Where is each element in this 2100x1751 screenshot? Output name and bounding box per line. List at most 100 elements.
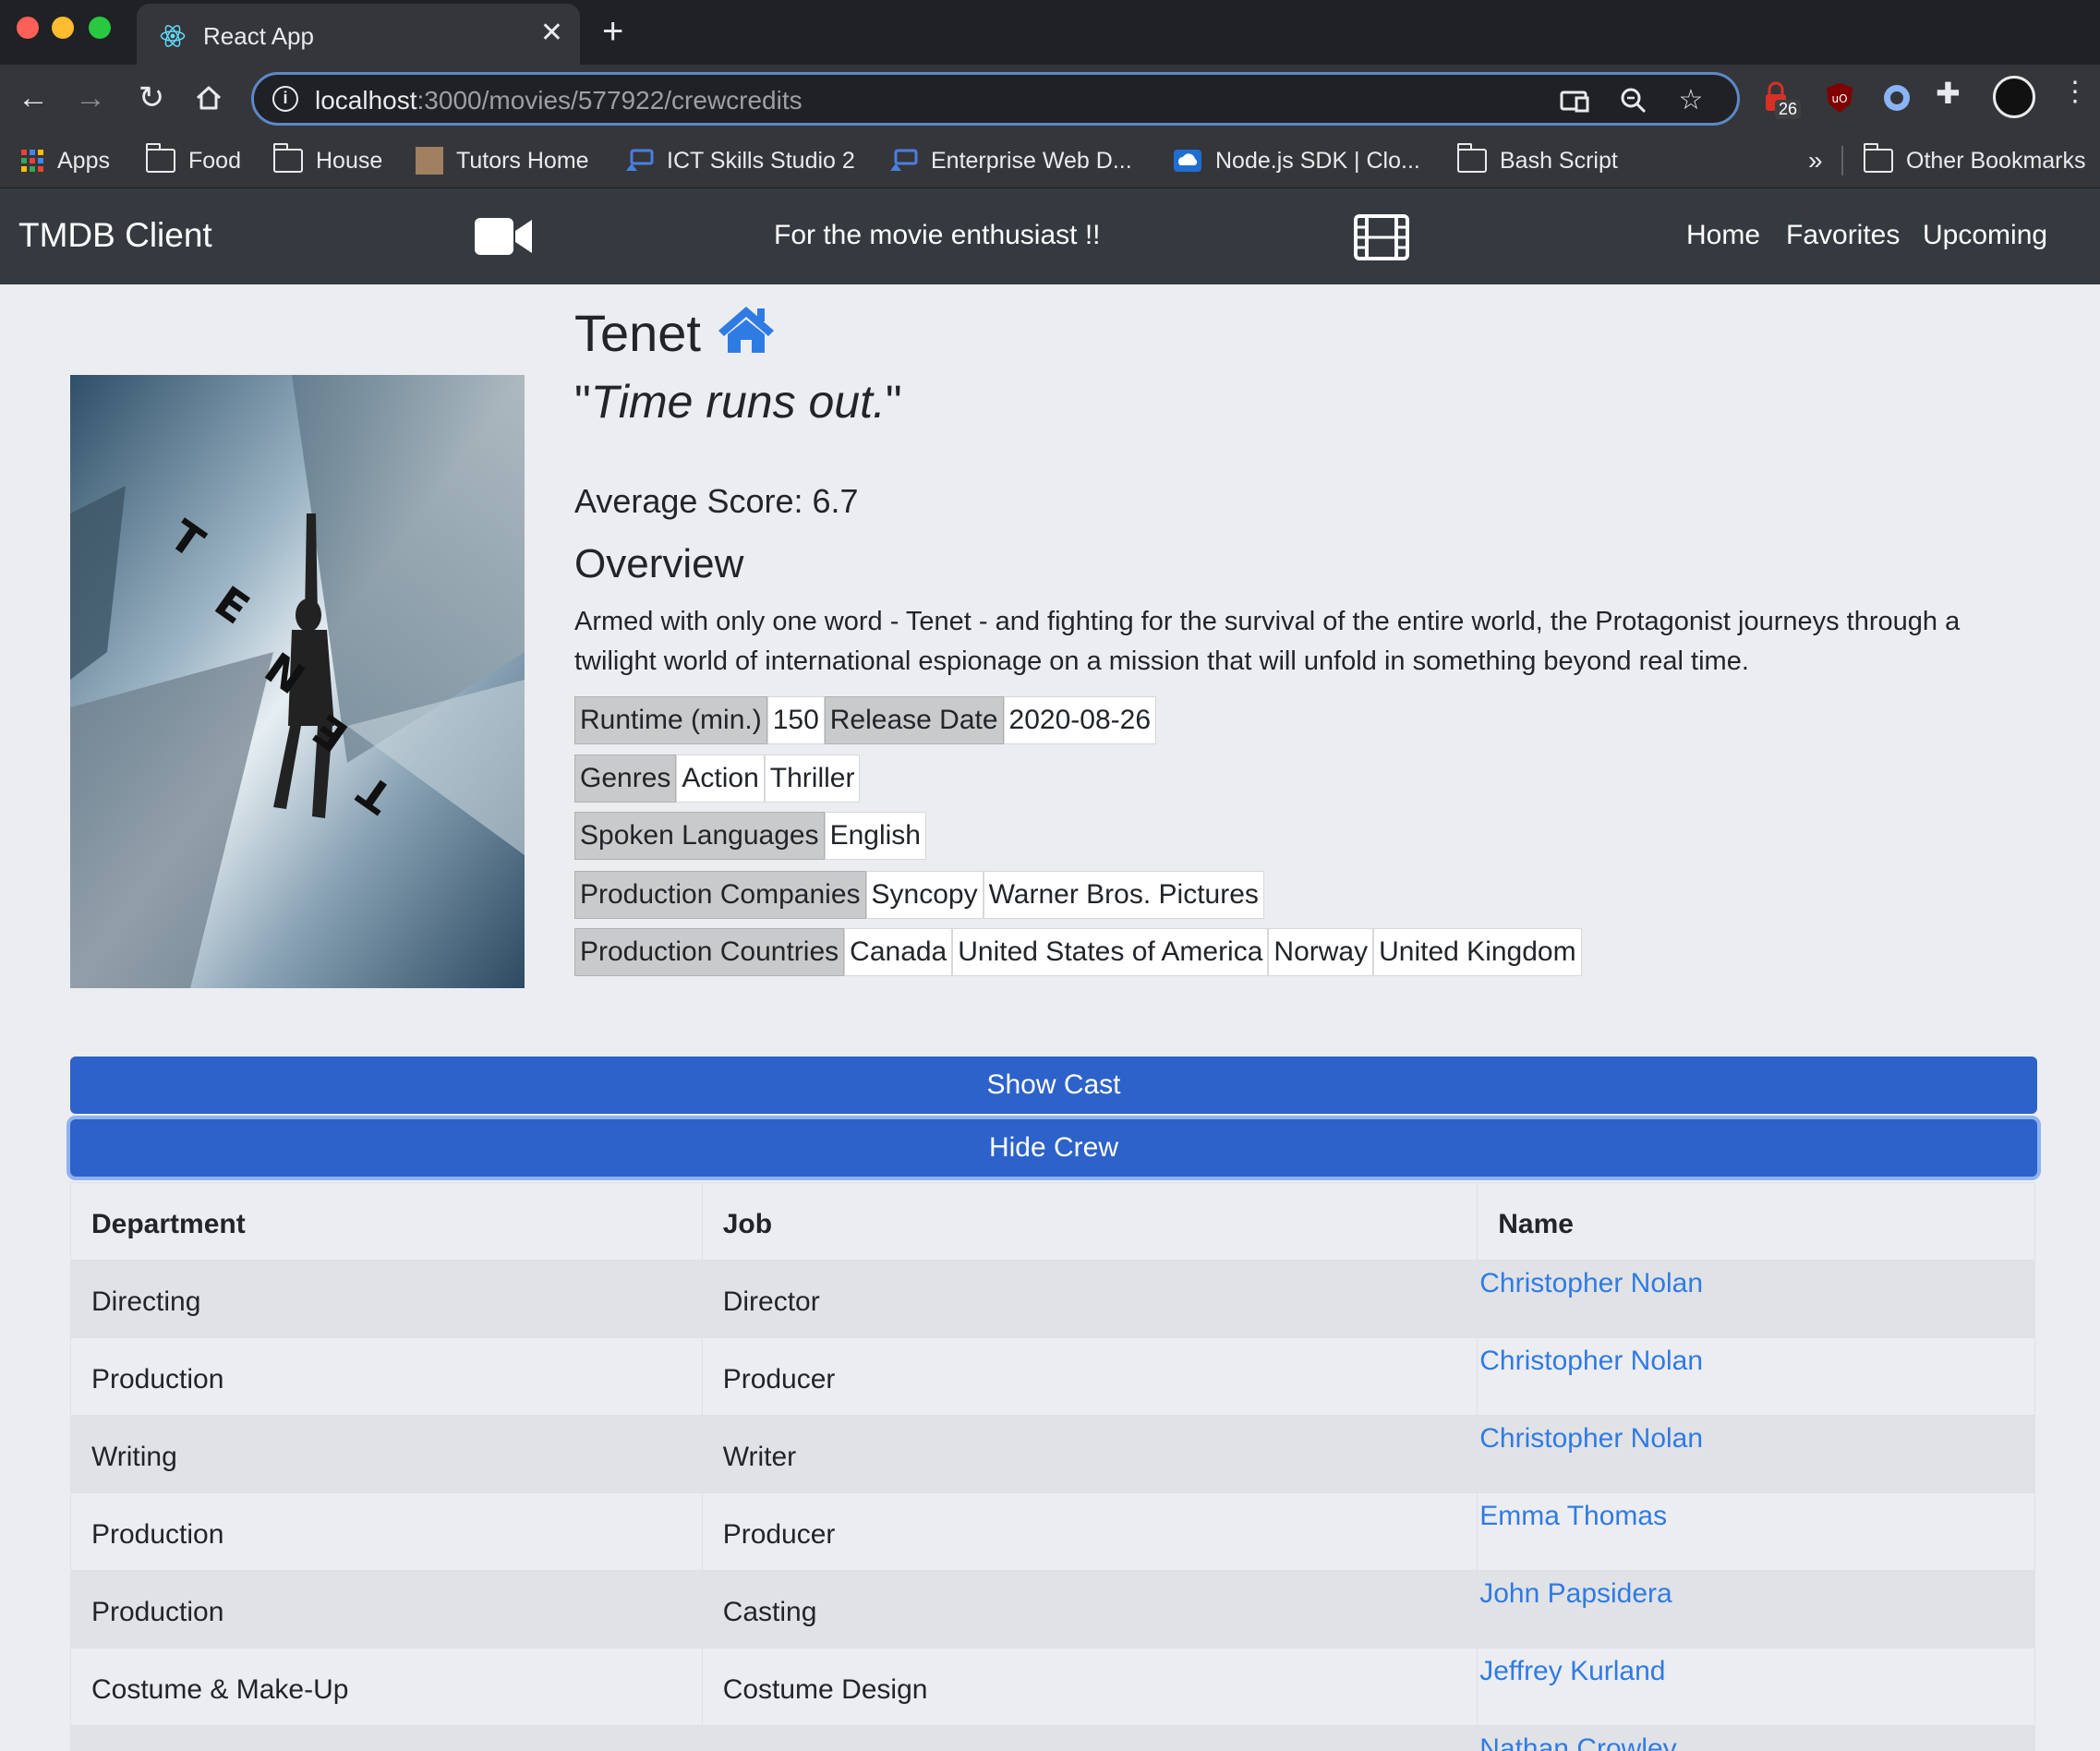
genre-chip: Thriller: [764, 755, 861, 803]
profile-avatar[interactable]: [1993, 76, 2035, 118]
department-cell: Production: [70, 1337, 703, 1416]
genre-chip: Action: [676, 755, 765, 803]
department-cell: Writing: [70, 1415, 703, 1493]
site-info-icon[interactable]: i: [272, 86, 298, 112]
screen-icon: [626, 149, 654, 171]
runtime-release-row: Runtime (min.) 150 Release Date 2020-08-…: [574, 696, 1157, 744]
table-row: Production Producer Christopher Nolan: [70, 1337, 2035, 1416]
crew-name-link[interactable]: Nathan Crowley: [1479, 1733, 1676, 1751]
hide-crew-button[interactable]: Hide Crew: [70, 1119, 2037, 1177]
name-cell: Christopher Nolan: [1477, 1260, 2035, 1338]
home-browser-icon[interactable]: [188, 78, 229, 118]
tagline-text: Time runs out.: [590, 376, 886, 428]
extension-badge: 26: [1775, 100, 1802, 119]
react-icon: [160, 25, 186, 47]
company-chip: Syncopy: [865, 871, 984, 919]
job-cell: Producer: [701, 1337, 1478, 1416]
bookmarks-overflow-button[interactable]: »: [1808, 142, 1823, 179]
bookmark-nodejs-sdk[interactable]: Node.js SDK | Clo...: [1173, 142, 1420, 179]
minimize-window-button[interactable]: [52, 17, 74, 39]
country-chip: United Kingdom: [1373, 928, 1582, 976]
reload-icon[interactable]: ↻: [131, 78, 172, 118]
folder-icon: [1864, 143, 1893, 173]
column-header-department: Department: [70, 1182, 703, 1261]
film-icon: [1354, 214, 1409, 260]
average-score: Average Score: 6.7: [574, 482, 859, 520]
back-icon[interactable]: ←: [13, 78, 54, 118]
extensions-puzzle-icon[interactable]: ✚: [1936, 76, 1973, 113]
crew-name-link[interactable]: Emma Thomas: [1479, 1501, 1667, 1531]
department-cell: Production: [70, 1492, 703, 1571]
column-header-name: Name: [1477, 1182, 2035, 1261]
nav-link-home[interactable]: Home: [1686, 220, 1760, 251]
nav-link-upcoming[interactable]: Upcoming: [1923, 220, 2047, 251]
bookmark-apps[interactable]: Apps: [20, 142, 110, 179]
nav-link-favorites[interactable]: Favorites: [1786, 220, 1900, 251]
folder-icon: [146, 143, 175, 173]
tab-close-icon[interactable]: ✕: [540, 17, 563, 49]
languages-label: Spoken Languages: [574, 812, 825, 860]
bookmark-house[interactable]: House: [273, 142, 382, 179]
genres-row: Genres Action Thriller: [574, 755, 861, 803]
bookmark-label: Tutors Home: [456, 147, 589, 174]
app-navbar: TMDB Client For the movie enthusiast !! …: [0, 188, 2100, 284]
job-cell: Writer: [701, 1415, 1478, 1493]
bookmarks-bar: Apps Food House Tutors Home ICT Skills S…: [0, 133, 2100, 188]
other-bookmarks-label: Other Bookmarks: [1906, 147, 2086, 174]
crew-name-link[interactable]: Christopher Nolan: [1479, 1268, 1703, 1298]
cast-icon[interactable]: [1556, 82, 1593, 119]
bookmark-star-icon[interactable]: ☆: [1672, 82, 1709, 119]
url-path: :3000/movies/577922/crewcredits: [416, 86, 803, 115]
bookmarks-divider: [1841, 146, 1843, 175]
bookmark-enterprise-web[interactable]: Enterprise Web D...: [888, 142, 1132, 179]
crew-name-link[interactable]: Christopher Nolan: [1479, 1423, 1703, 1454]
runtime-label: Runtime (min.): [574, 696, 767, 744]
zoom-icon[interactable]: [1615, 82, 1652, 119]
movie-poster: T E N E T: [70, 375, 525, 988]
screen-icon: [890, 149, 918, 171]
department-cell: Directing: [70, 1260, 703, 1338]
name-cell: Emma Thomas: [1477, 1492, 2035, 1571]
close-window-button[interactable]: [17, 17, 39, 39]
browser-tab[interactable]: React App ✕: [137, 4, 580, 65]
forward-icon[interactable]: →: [70, 78, 111, 118]
crew-name-link[interactable]: Jeffrey Kurland: [1479, 1656, 1665, 1686]
bookmark-label: Food: [188, 147, 241, 174]
countries-row: Production Countries Canada United State…: [574, 928, 1582, 976]
bookmark-label: Enterprise Web D...: [931, 147, 1132, 174]
crew-name-link[interactable]: Christopher Nolan: [1479, 1346, 1703, 1376]
maximize-window-button[interactable]: [89, 17, 111, 39]
name-cell: Nathan Crowley: [1477, 1725, 2035, 1751]
department-cell: Production: [70, 1570, 703, 1648]
table-row: Production Casting John Papsidera: [70, 1570, 2035, 1648]
other-bookmarks[interactable]: Other Bookmarks: [1864, 142, 2086, 179]
crew-name-link[interactable]: John Papsidera: [1479, 1578, 1672, 1609]
folder-icon: [273, 143, 303, 173]
address-bar[interactable]: i localhost:3000/movies/577922/crewcredi…: [251, 72, 1740, 126]
language-chip: English: [824, 812, 926, 860]
lastpass-extension-icon[interactable]: 26: [1760, 79, 1802, 119]
circle-extension-icon[interactable]: [1878, 79, 1915, 116]
bookmark-ict-skills[interactable]: ICT Skills Studio 2: [624, 142, 855, 179]
quote-close: ": [885, 376, 902, 428]
brand-logo[interactable]: TMDB Client: [18, 216, 212, 255]
show-cast-button[interactable]: Show Cast: [70, 1057, 2037, 1114]
browser-toolbar: ← → ↻ i localhost:3000/movies/577922/cre…: [0, 65, 2100, 133]
countries-label: Production Countries: [574, 928, 845, 976]
url-host: localhost: [315, 86, 417, 115]
home-icon[interactable]: [717, 303, 776, 355]
release-date-value: 2020-08-26: [1003, 696, 1157, 744]
ublock-extension-icon[interactable]: uO: [1821, 79, 1858, 116]
bookmark-tutors-home[interactable]: Tutors Home: [416, 142, 589, 179]
bookmark-label: Node.js SDK | Clo...: [1215, 147, 1420, 174]
bookmark-food[interactable]: Food: [146, 142, 241, 179]
companies-label: Production Companies: [574, 871, 866, 919]
new-tab-button[interactable]: +: [602, 11, 623, 53]
genres-label: Genres: [574, 755, 677, 803]
column-header-job: Job: [701, 1182, 1478, 1261]
quote-open: ": [574, 376, 591, 428]
browser-menu-icon[interactable]: ⋮: [2061, 76, 2098, 113]
bookmark-bash-script[interactable]: Bash Script: [1457, 142, 1618, 179]
cloud-icon: [1174, 150, 1201, 172]
table-row: Writing Writer Christopher Nolan: [70, 1415, 2035, 1493]
